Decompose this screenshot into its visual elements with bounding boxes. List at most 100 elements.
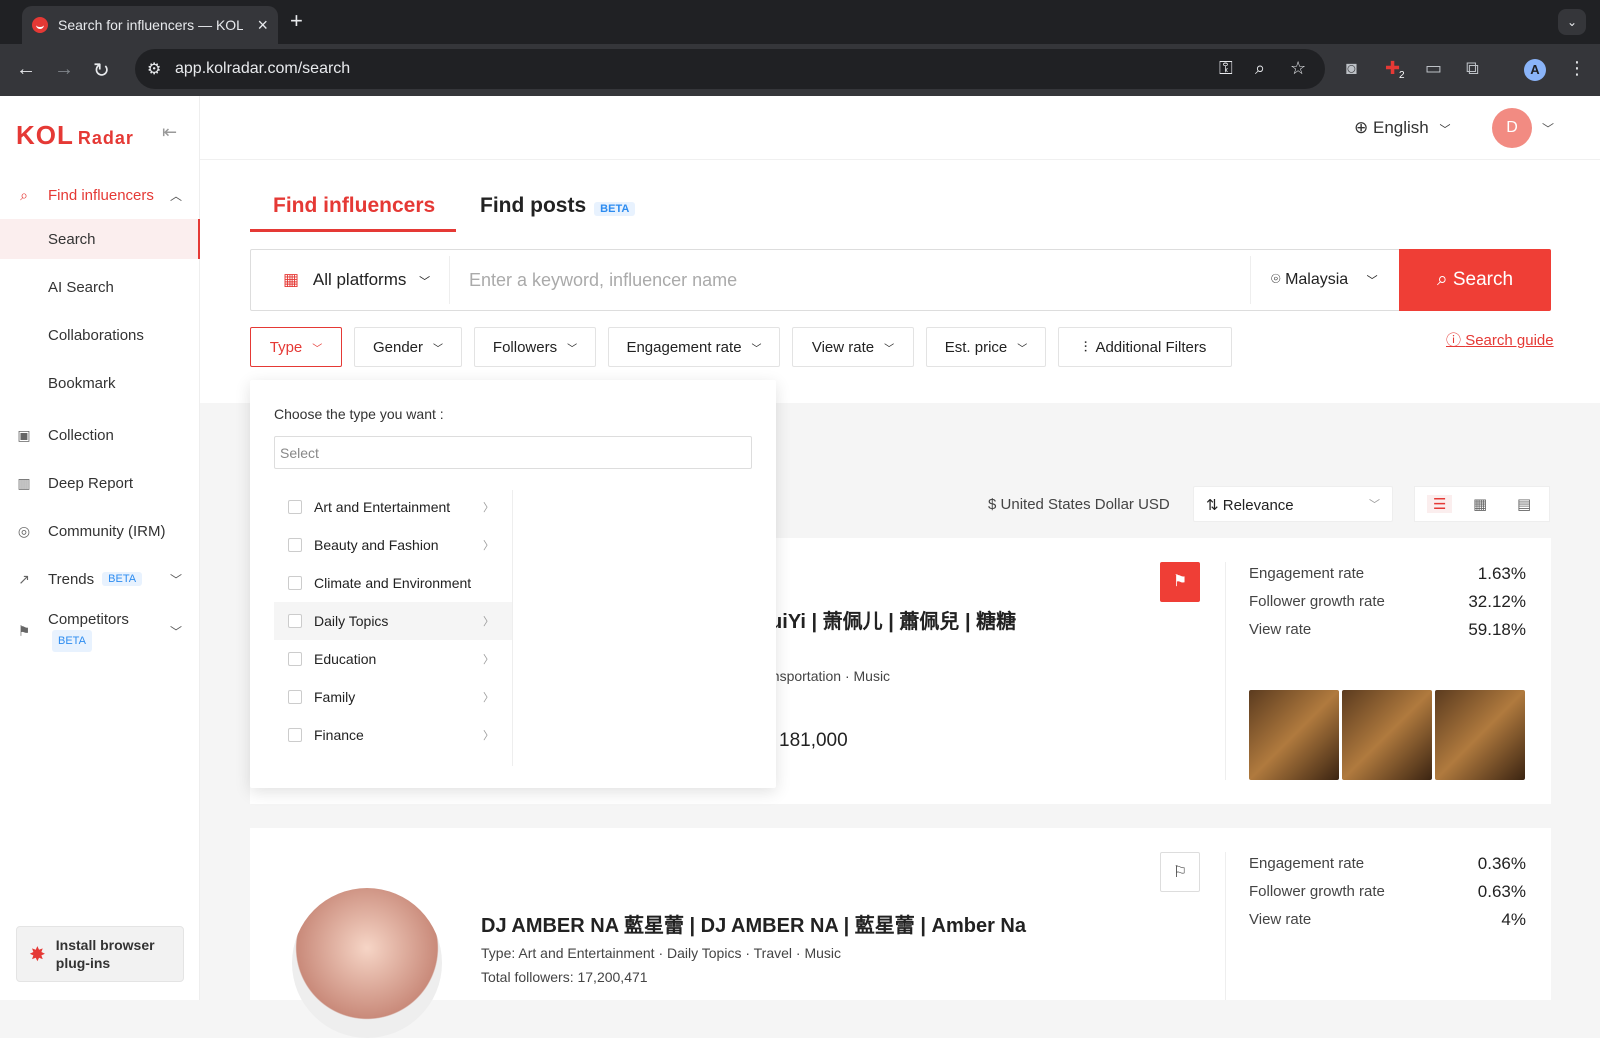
filter-est-price[interactable]: Est. price ﹀ [926,327,1046,367]
bookmark-icon[interactable]: ⚑ [1160,562,1200,602]
screenshot-extension-icon[interactable]: ◙ [1346,58,1357,79]
cast-extension-icon[interactable]: ▭ [1425,58,1442,79]
new-tab-icon[interactable]: + [290,8,303,34]
influencer-avatar[interactable] [292,888,442,1038]
chevron-right-icon: 〉 [483,654,494,666]
type-option-label: Finance [314,727,364,743]
type-option[interactable]: Beauty and Fashion 〉 [274,526,512,564]
platform-selector[interactable]: ▦ All platforms ﹀ [283,270,430,290]
search-button[interactable]: ⌕ Search [1399,249,1551,311]
type-option[interactable]: Education 〉 [274,640,512,678]
post-thumbnail[interactable] [1249,690,1339,780]
type-option-label: Daily Topics [314,613,389,629]
sidebar-item-label: Search [48,230,96,248]
profile-avatar[interactable]: A [1524,59,1546,81]
user-avatar[interactable]: D [1492,108,1532,148]
bookmark-icon[interactable]: ⚐ [1160,852,1200,892]
filter-additional[interactable]: ⫶ Additional Filters [1058,327,1232,367]
metric-value: 4% [1501,910,1526,929]
tab-find-posts[interactable]: Find posts BETA [480,194,636,218]
post-thumbnail[interactable] [1435,690,1525,780]
filter-label: Followers [492,338,558,356]
checkbox[interactable] [288,614,302,628]
type-option[interactable]: Daily Topics 〉 [274,602,512,640]
sort-selector[interactable]: ⇅ Relevance ﹀ [1193,486,1393,522]
bookmark-star-icon[interactable]: ☆ [1290,58,1306,79]
country-selector[interactable]: ⌾ Malaysia ﹀ [1271,271,1378,289]
chevron-down-icon: ﹀ [1017,343,1028,355]
type-select-input[interactable]: Select [274,436,752,469]
filter-engagement-rate[interactable]: Engagement rate ﹀ [608,327,780,367]
beta-badge: BETA [102,572,143,586]
filter-view-rate[interactable]: View rate ﹀ [792,327,914,367]
browser-tab[interactable]: Search for influencers — KOL Radar × [22,6,278,44]
sidebar-item-collection[interactable]: ▣ Collection [0,415,200,455]
sidebar-item-competitors[interactable]: ⚑ Competitors BETA ﹀ [0,607,200,655]
list-view-icon[interactable]: ☰ [1427,495,1453,513]
influencer-types: ansportation · Music [764,668,891,684]
extensions-puzzle-icon[interactable]: ⧉ [1466,58,1479,79]
checkbox[interactable] [288,690,302,704]
table-view-icon[interactable]: ▤ [1517,495,1531,513]
search-guide-link[interactable]: ⓘ Search guide [1446,329,1554,350]
type-option-label: Education [314,651,377,667]
search-button-label: Search [1452,269,1514,290]
type-option[interactable]: Art and Entertainment 〉 [274,488,512,526]
browser-tab-bar: Search for influencers — KOL Radar × + ⌄ [0,0,1600,44]
influencer-name[interactable]: DJ AMBER NA 藍星蕾 | DJ AMBER NA | 藍星蕾 | Am… [481,909,1026,938]
forward-icon[interactable]: → [54,58,74,81]
checkbox[interactable] [288,728,302,742]
filter-gender[interactable]: Gender ﹀ [354,327,462,367]
tab-find-influencers[interactable]: Find influencers [273,194,435,218]
sidebar-item-find-influencers[interactable]: ⌕ Find influencers ︿ [0,175,200,215]
type-option[interactable]: Family 〉 [274,678,512,716]
browser-menu-icon[interactable]: ⋮ [1568,58,1586,79]
tab-search-icon[interactable]: ⌄ [1558,9,1586,35]
beta-badge: BETA [594,202,636,216]
password-key-icon[interactable]: ⚿ [1219,58,1233,79]
followers-label: Total followers: [481,969,574,985]
kolradar-logo[interactable]: KOL Radar [16,120,134,151]
install-plugin-button[interactable]: ✸ Install browser plug-ins [16,926,184,982]
filter-followers[interactable]: Followers ﹀ [474,327,596,367]
sidebar-item-trends[interactable]: ↗ Trends BETA ﹀ [0,559,200,599]
metric-value: 1.63% [1477,564,1526,583]
type-option[interactable]: Climate and Environment [274,564,512,602]
metric-value: 32.12% [1468,592,1526,611]
sidebar-item-search[interactable]: Search [0,219,200,259]
sidebar-item-ai-search[interactable]: AI Search [0,267,200,307]
filter-type[interactable]: Type ﹀ [250,327,342,367]
checkbox[interactable] [288,538,302,552]
reload-icon[interactable]: ↻ [93,58,110,83]
divider [1250,256,1251,304]
filter-label: Additional Filters [1095,338,1207,356]
close-tab-icon[interactable]: × [257,15,268,36]
back-icon[interactable]: ← [16,58,36,81]
target-icon: ◎ [17,522,31,539]
currency-selector[interactable]: $ United States Dollar USD [988,496,1170,513]
follower-count: 181,000 [779,730,848,751]
address-bar[interactable]: ⚙ app.kolradar.com/search ⚿ ⌕ ☆ [135,49,1325,89]
sidebar-item-community[interactable]: ◎ Community (IRM) [0,511,200,551]
type-option[interactable]: Finance 〉 [274,716,512,754]
type-option-label: Art and Entertainment [314,499,451,515]
chevron-right-icon: 〉 [483,540,494,552]
chevron-right-icon: 〉 [483,692,494,704]
zoom-icon[interactable]: ⌕ [1255,58,1265,79]
checkbox[interactable] [288,576,302,590]
sidebar-item-bookmark[interactable]: Bookmark [0,363,200,403]
kolradar-extension-icon[interactable]: ✚ [1385,58,1400,79]
post-thumbnail[interactable] [1342,690,1432,780]
grid-icon: ▦ [283,270,300,289]
checkbox[interactable] [288,652,302,666]
sidebar-item-label: Deep Report [48,474,134,492]
checkbox[interactable] [288,500,302,514]
sidebar-item-deep-report[interactable]: ▥ Deep Report [0,463,200,503]
keyword-input[interactable]: Enter a keyword, influencer name [469,270,737,291]
grid-view-icon[interactable]: ▦ [1473,495,1487,513]
sidebar-item-collaborations[interactable]: Collaborations [0,315,200,355]
site-info-icon[interactable]: ⚙ [147,59,161,79]
collapse-sidebar-icon[interactable]: ⇤ [162,122,177,143]
language-selector[interactable]: ⊕ English ﹀ [1354,118,1450,138]
user-menu-chevron-icon[interactable]: ﹀ [1542,120,1554,137]
